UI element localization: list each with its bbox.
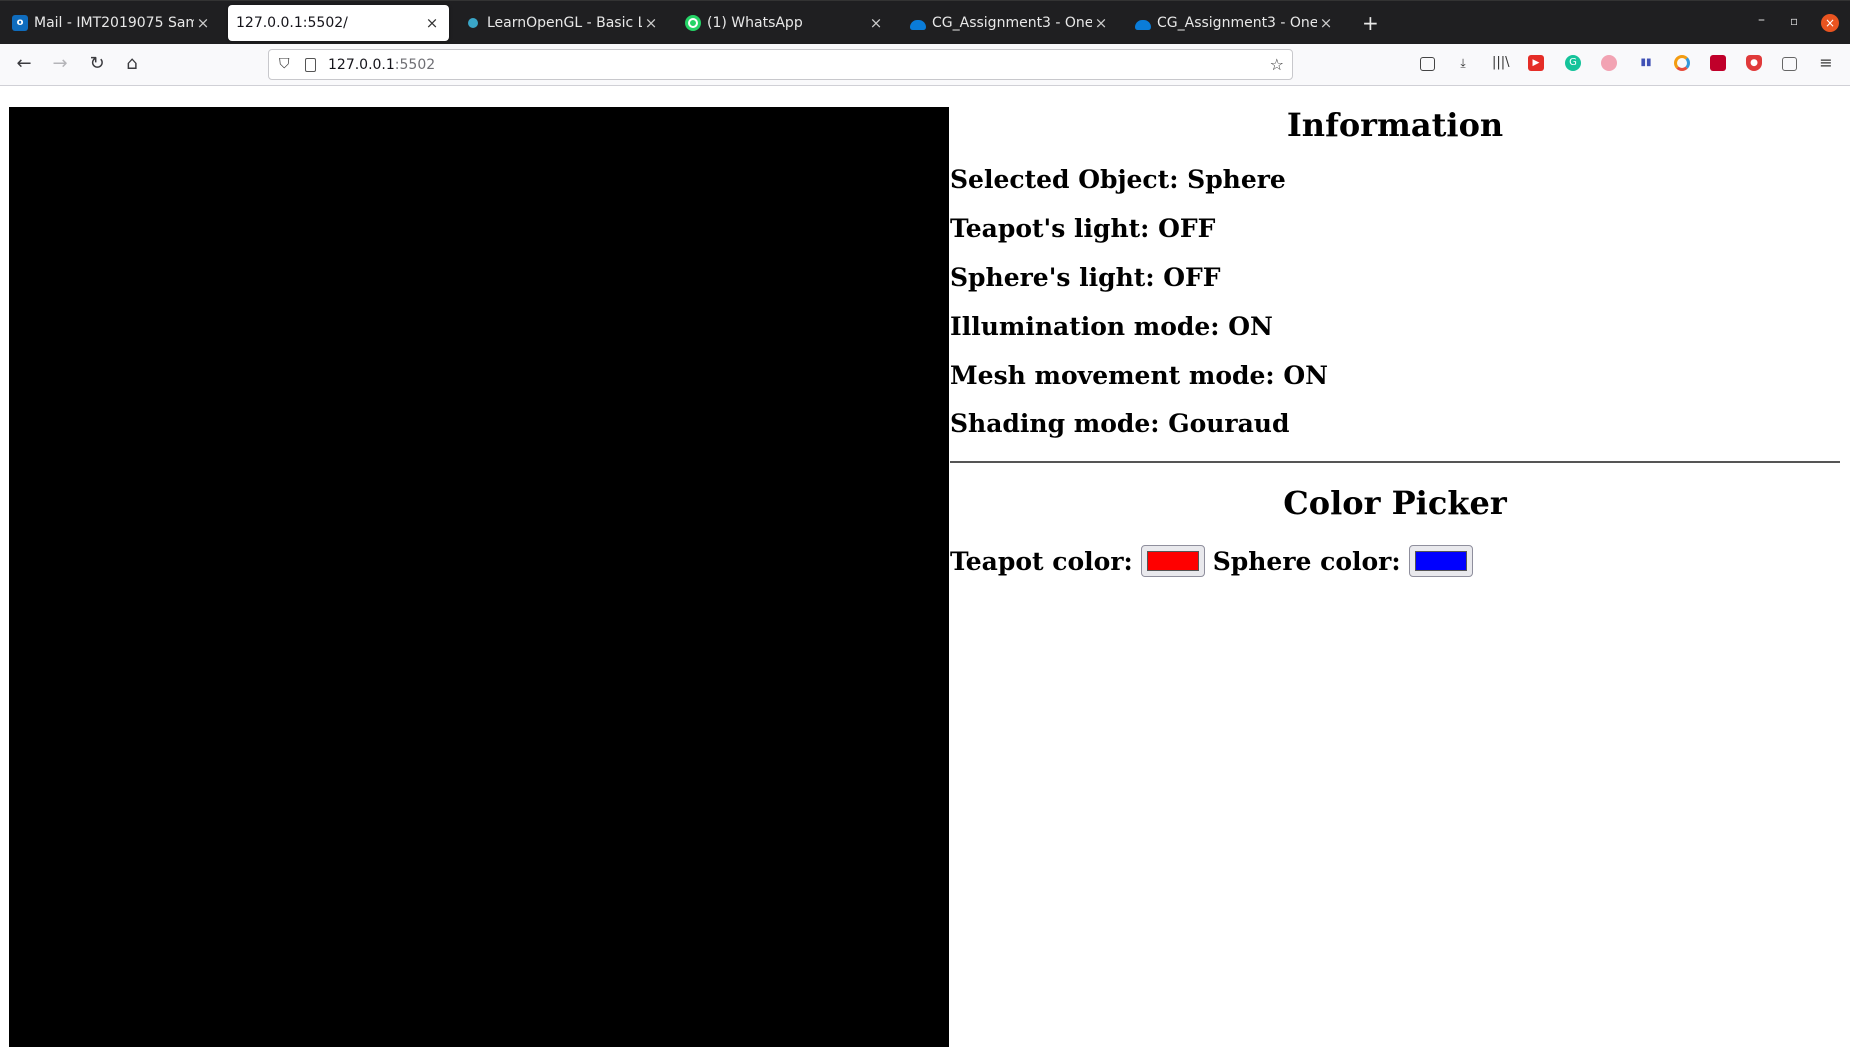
back-arrow-icon[interactable]: ← — [13, 53, 35, 75]
tracking-shield-icon[interactable]: ⛉ — [279, 57, 293, 72]
new-tab-plus-icon[interactable]: + — [1362, 11, 1379, 35]
outlook-icon: o — [12, 15, 28, 31]
teapot-light-text: Teapot's light: OFF — [950, 214, 1216, 243]
learnopengl-icon — [465, 15, 481, 31]
close-icon[interactable]: × — [867, 14, 885, 32]
tab-localhost[interactable]: 127.0.0.1:5502/ × — [228, 5, 449, 41]
teapot-color-input[interactable] — [1140, 545, 1205, 577]
tab-title: 127.0.0.1:5502/ — [236, 15, 348, 31]
screenshot-extension-icon[interactable] — [1782, 57, 1797, 71]
information-heading: Information — [1286, 106, 1504, 144]
downloads-icon[interactable]: ⤓ — [1455, 55, 1471, 71]
webgl-canvas[interactable] — [9, 107, 949, 1047]
restore-icon[interactable]: ▫ — [1790, 14, 1798, 28]
tab-title: (1) WhatsApp — [707, 15, 803, 31]
section-divider — [950, 461, 1840, 463]
forward-arrow-icon[interactable]: → — [49, 53, 71, 75]
menu-hamburger-icon[interactable]: ≡ — [1818, 55, 1834, 71]
video-downloader-icon[interactable]: ▶ — [1528, 55, 1544, 71]
url-port: :5502 — [394, 56, 436, 73]
page-info-icon[interactable] — [305, 57, 316, 72]
selected-object-text: Selected Object: Sphere — [950, 165, 1286, 194]
teapot-color-label: Teapot color: — [950, 546, 1133, 576]
brain-extension-icon[interactable] — [1601, 55, 1617, 71]
ring-extension-icon[interactable] — [1674, 55, 1690, 71]
grammarly-icon[interactable]: G — [1565, 55, 1581, 71]
color-picker-row: Teapot color: Sphere color: — [950, 544, 1481, 578]
onedrive-icon — [910, 20, 926, 30]
onedrive-icon — [1135, 20, 1151, 30]
pocket-icon[interactable] — [1420, 57, 1435, 71]
tab-title: LearnOpenGL - Basic Ligh — [487, 15, 642, 31]
teapot-color-swatch — [1146, 551, 1199, 571]
bookmark-star-icon[interactable]: ☆ — [1270, 55, 1284, 74]
red-square-extension-icon[interactable] — [1710, 55, 1726, 71]
close-icon[interactable]: × — [1092, 14, 1110, 32]
library-icon[interactable]: |||\ — [1492, 55, 1510, 71]
shield-extension-icon[interactable]: ● — [1746, 55, 1762, 71]
browser-tab-bar: o Mail - IMT2019075 Samak × 127.0.0.1:55… — [0, 0, 1850, 44]
whatsapp-icon — [685, 15, 701, 31]
close-icon[interactable]: × — [423, 14, 441, 32]
illumination-mode-text: Illumination mode: ON — [950, 312, 1273, 341]
mesh-movement-mode-text: Mesh movement mode: ON — [950, 361, 1328, 390]
url-text: 127.0.0.1:5502 — [328, 57, 435, 73]
tab-onedrive-1[interactable]: CG_Assignment3 - OneDr × — [902, 5, 1118, 41]
url-host: 127.0.0.1 — [328, 56, 395, 73]
tab-title: CG_Assignment3 - OneDr — [1157, 15, 1317, 31]
window-close-icon[interactable]: × — [1821, 14, 1839, 32]
sphere-light-text: Sphere's light: OFF — [950, 263, 1221, 292]
colorful-extension-icon[interactable]: ▮▮ — [1638, 55, 1654, 71]
tab-title: CG_Assignment3 - OneDr — [932, 15, 1092, 31]
minimize-icon[interactable]: – — [1758, 12, 1765, 28]
close-icon[interactable]: × — [1317, 14, 1335, 32]
shading-mode-text: Shading mode: Gouraud — [950, 409, 1290, 438]
tab-mail[interactable]: o Mail - IMT2019075 Samak × — [4, 5, 220, 41]
color-picker-heading: Color Picker — [1283, 484, 1507, 522]
tab-learnopengl[interactable]: LearnOpenGL - Basic Ligh × — [457, 5, 668, 41]
sphere-color-input[interactable] — [1408, 545, 1473, 577]
reload-icon[interactable]: ↻ — [86, 53, 108, 75]
sphere-color-swatch — [1414, 551, 1467, 571]
close-icon[interactable]: × — [642, 14, 660, 32]
tab-title: Mail - IMT2019075 Samak — [34, 15, 194, 31]
tab-onedrive-2[interactable]: CG_Assignment3 - OneDr × — [1127, 5, 1343, 41]
home-icon[interactable]: ⌂ — [121, 53, 143, 75]
sphere-color-label: Sphere color: — [1212, 546, 1401, 576]
close-icon[interactable]: × — [194, 14, 212, 32]
tab-whatsapp[interactable]: (1) WhatsApp × — [677, 5, 893, 41]
address-bar[interactable]: ⛉ 127.0.0.1:5502 ☆ — [268, 49, 1293, 80]
